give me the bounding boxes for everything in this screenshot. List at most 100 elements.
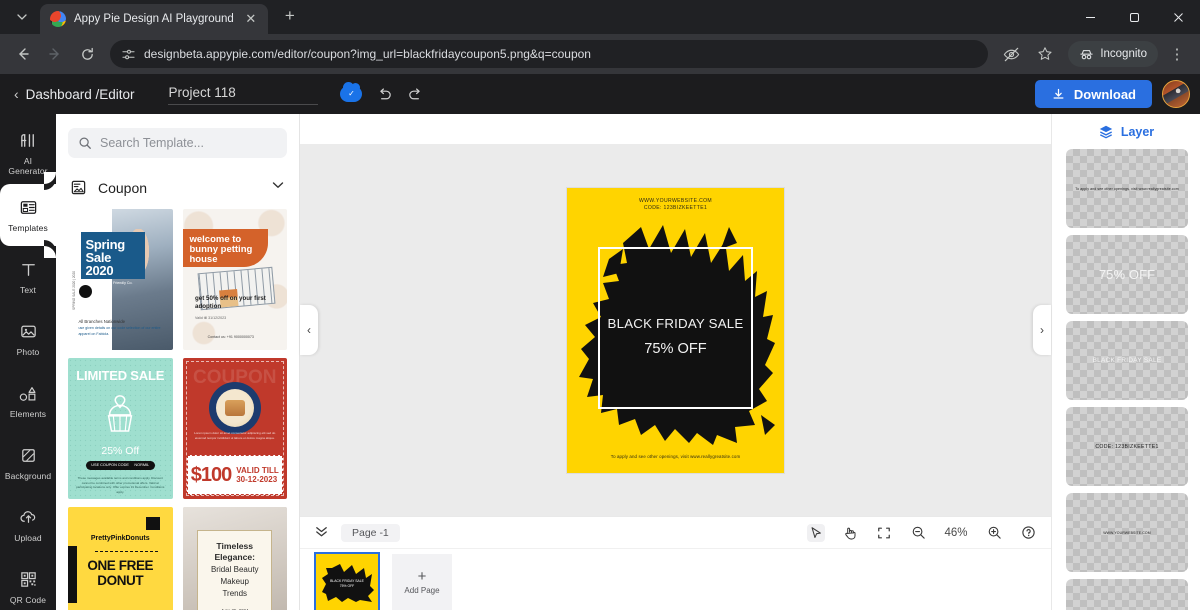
decorative-bar-right — [145, 516, 160, 530]
code-label: USE COUPON CODE — [91, 463, 129, 468]
title-line-1: Timeless — [216, 540, 254, 551]
sidebar-item-background[interactable]: Background — [0, 432, 56, 494]
sidebar-item-label: Text — [20, 284, 36, 295]
address-bar[interactable]: designbeta.appypie.com/editor/coupon?img… — [110, 40, 989, 68]
browser-tab-strip: Appy Pie Design AI Playground ✕ + — [0, 0, 1200, 34]
layer-label: CODE: 123BIZKEETTE1 — [1095, 443, 1159, 450]
sidebar-item-label: Elements — [9, 408, 47, 419]
app-body: AI Generator Templates Text Photo Element… — [0, 114, 1200, 610]
help-icon[interactable] — [1019, 524, 1037, 542]
cloud-saved-icon: ✓ — [340, 82, 363, 102]
layer-item[interactable] — [1066, 579, 1188, 610]
breadcrumb[interactable]: ‹ Dashboard /Editor — [14, 86, 134, 102]
template-side-text: SPRING SALE 2020 | 2020 — [72, 271, 77, 310]
sidebar-item-qr-code[interactable]: QR Code — [0, 556, 56, 610]
template-card[interactable]: Timeless Elegance: Bridal Beauty Makeup … — [182, 507, 287, 610]
template-inner-card: Timeless Elegance: Bridal Beauty Makeup … — [197, 529, 273, 610]
site-settings-icon[interactable] — [122, 48, 135, 61]
template-card[interactable]: SPRING SALE 2020 | 2020 Spring Sale 2020… — [68, 209, 173, 350]
sidebar-item-label: Templates — [8, 222, 48, 233]
layer-item[interactable]: To apply and see other openings, visit w… — [1066, 149, 1188, 228]
template-card[interactable]: welcome to bunny petting house get 50% o… — [182, 209, 287, 350]
title-line-1: Spring — [85, 236, 126, 252]
browser-menu-icon[interactable]: ⋮ — [1162, 39, 1192, 69]
sidebar-item-photo[interactable]: Photo — [0, 308, 56, 370]
template-card[interactable]: COUPON Lorem ipsum dolor sit amet consec… — [182, 358, 287, 499]
close-window-icon[interactable] — [1156, 0, 1200, 34]
design-top-text: WWW.YOURWEBSITE.COM CODE: 123BIZKEETTE1 — [567, 198, 784, 213]
project-name-input[interactable]: Project 118 — [168, 83, 319, 105]
new-tab-button[interactable]: + — [278, 4, 302, 28]
hand-tool-icon[interactable] — [841, 524, 859, 542]
design-website[interactable]: WWW.YOURWEBSITE.COM — [639, 198, 712, 204]
layers-icon — [1099, 125, 1113, 139]
zoom-level[interactable]: 46% — [943, 527, 969, 539]
page-thumbnail[interactable]: BLACK FRIDAY SALE 75% OFF — [314, 551, 380, 610]
browser-toolbar: designbeta.appypie.com/editor/coupon?img… — [0, 34, 1200, 74]
layer-item[interactable]: WWW.YOURWEBSITE.COM — [1066, 493, 1188, 572]
design-canvas[interactable]: WWW.YOURWEBSITE.COM CODE: 123BIZKEETTE1 … — [567, 187, 784, 473]
sidebar-item-upload[interactable]: Upload — [0, 494, 56, 556]
template-card[interactable]: PrettyPinkDonuts ONE FREE DONUT VISIT US… — [68, 507, 173, 610]
download-button[interactable]: Download — [1034, 80, 1152, 108]
layer-item[interactable]: 75% OFF — [1066, 235, 1188, 314]
elements-icon — [18, 384, 38, 404]
close-icon[interactable]: ✕ — [242, 10, 260, 28]
browser-tab[interactable]: Appy Pie Design AI Playground ✕ — [40, 4, 268, 34]
sidebar-item-elements[interactable]: Elements — [0, 370, 56, 432]
zoom-in-tool-icon[interactable] — [985, 524, 1003, 542]
layer-label: BLACK FRIDAY SALE — [1092, 357, 1162, 364]
collapse-pages-icon[interactable] — [314, 524, 329, 542]
avatar[interactable] — [1162, 80, 1190, 108]
reload-icon[interactable] — [72, 39, 102, 69]
sidebar-item-templates[interactable]: Templates — [0, 172, 56, 258]
url-text: designbeta.appypie.com/editor/coupon?img… — [144, 47, 591, 61]
template-code-pill: USE COUPON CODE NORMIL — [85, 460, 155, 470]
canvas-area[interactable]: ‹ › WWW.YOURWEBSITE.COM CODE: 123BIZKEET… — [300, 144, 1051, 516]
valid-label: VALID TILL — [236, 466, 279, 475]
layer-item[interactable]: BLACK FRIDAY SALE — [1066, 321, 1188, 400]
zoom-out-tool-icon[interactable] — [909, 524, 927, 542]
bookmark-star-icon[interactable] — [1030, 39, 1060, 69]
canvas-prev-button[interactable]: ‹ — [300, 305, 318, 355]
select-tool-icon[interactable] — [807, 523, 825, 542]
offer-text: get 50% off on your first adoption — [195, 294, 266, 310]
layer-label: WWW.YOURWEBSITE.COM — [1103, 530, 1151, 535]
canvas-next-button[interactable]: › — [1033, 305, 1051, 355]
design-code[interactable]: CODE: 123BIZKEETTE1 — [644, 205, 707, 211]
saved-check: ✓ — [348, 89, 355, 98]
back-chevron-icon[interactable]: ‹ — [14, 86, 19, 102]
canvas-top-spacer — [300, 114, 1051, 144]
photo-icon — [19, 322, 38, 342]
sidebar-item-label: QR Code — [9, 594, 47, 605]
design-headline[interactable]: BLACK FRIDAY SALE — [567, 316, 784, 331]
search-input[interactable]: Search Template... — [68, 128, 287, 158]
forward-icon[interactable] — [40, 39, 70, 69]
tracking-protection-icon[interactable] — [996, 39, 1026, 69]
tab-search-button[interactable] — [8, 3, 36, 31]
cupcake-icon — [107, 394, 133, 432]
appypie-favicon — [50, 11, 66, 27]
sidebar-item-label: Background — [4, 470, 52, 481]
template-category-row[interactable]: Coupon — [70, 178, 285, 197]
template-brand: PrettyPinkDonuts — [90, 535, 150, 543]
sidebar-item-text[interactable]: Text — [0, 246, 56, 308]
fit-screen-tool-icon[interactable] — [875, 524, 893, 542]
app-header: ‹ Dashboard /Editor Project 118 ✓ Downlo… — [0, 74, 1200, 114]
qr-code-icon — [19, 570, 38, 590]
design-discount[interactable]: 75% OFF — [567, 338, 784, 360]
back-icon[interactable] — [8, 39, 38, 69]
layer-label: To apply and see other openings, visit w… — [1075, 186, 1179, 191]
redo-icon[interactable] — [407, 86, 424, 103]
add-page-button[interactable]: + Add Page — [392, 553, 452, 610]
design-footer[interactable]: To apply and see other openings, visit w… — [567, 454, 784, 459]
incognito-indicator[interactable]: Incognito — [1068, 41, 1158, 67]
offer-subtext: Valid till 31/12/2023 — [195, 315, 227, 320]
layer-item[interactable]: CODE: 123BIZKEETTE1 — [1066, 407, 1188, 486]
undo-icon[interactable] — [376, 86, 393, 103]
template-card[interactable]: LIMITED SALE 25% Off USE COUPON CODE NOR… — [68, 358, 173, 499]
minimize-icon[interactable] — [1068, 0, 1112, 34]
chevron-down-icon[interactable] — [271, 178, 285, 197]
page-indicator[interactable]: Page -1 — [341, 523, 400, 542]
maximize-icon[interactable] — [1112, 0, 1156, 34]
